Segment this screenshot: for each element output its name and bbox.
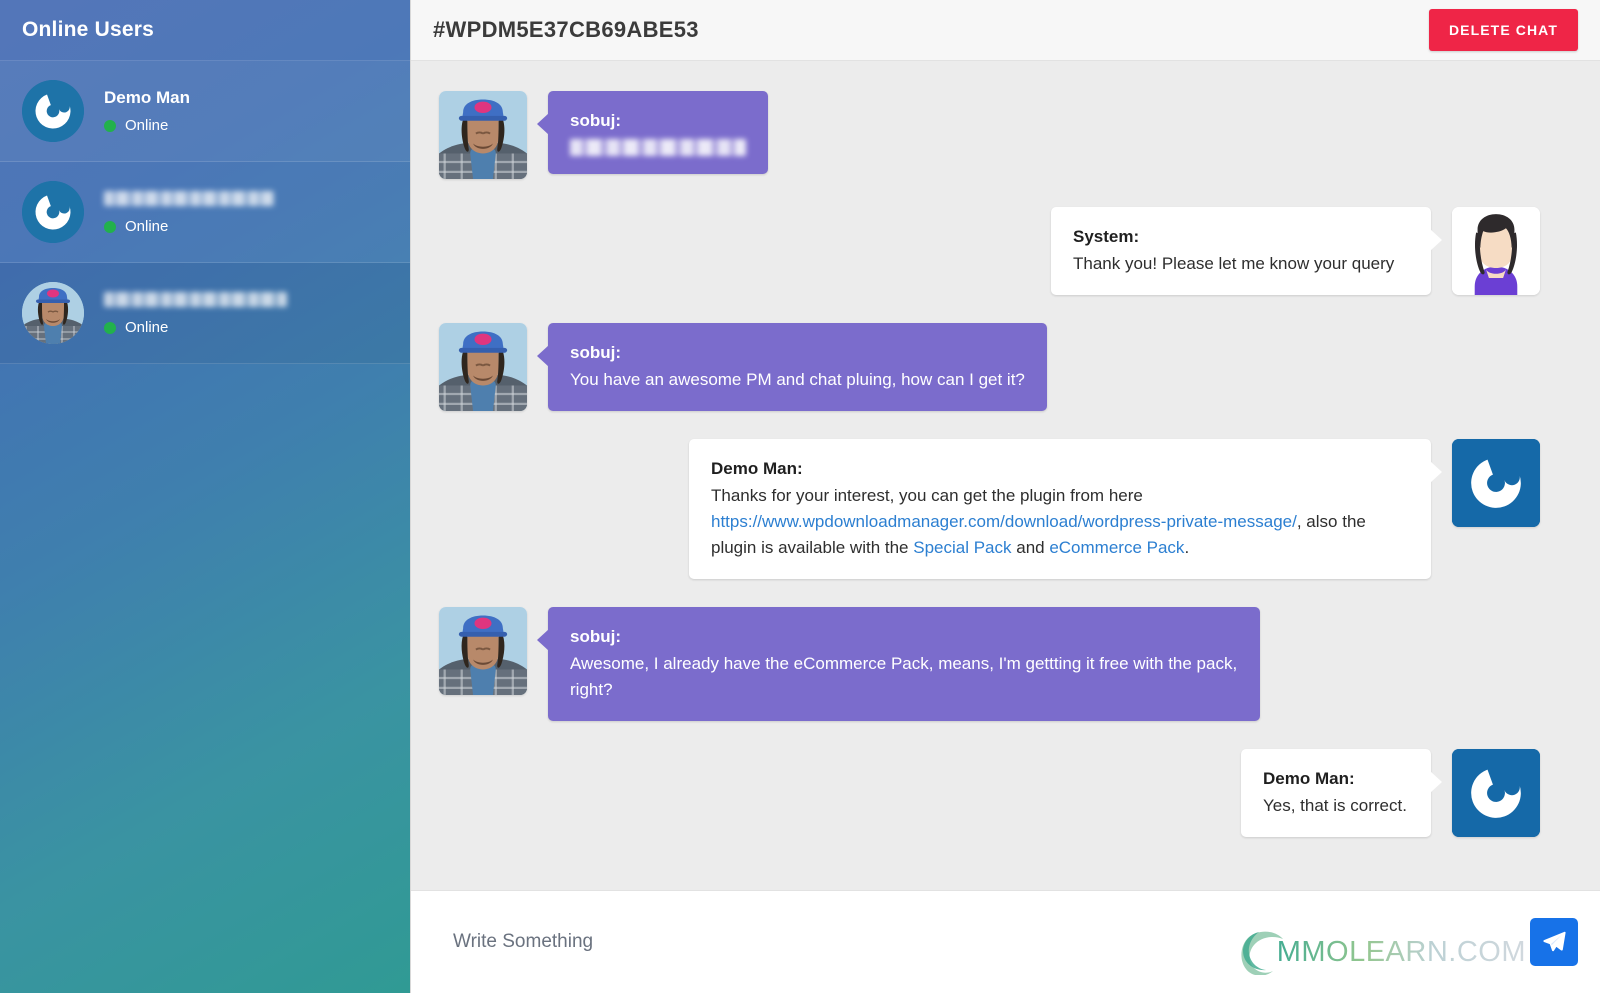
sidebar-header: Online Users bbox=[0, 0, 410, 61]
sidebar-user-item-demo-man[interactable]: Demo Man Online bbox=[0, 61, 410, 162]
message-row: Demo Man: Thanks for your interest, you … bbox=[439, 439, 1540, 579]
gravatar-logo-icon bbox=[22, 181, 84, 243]
gravatar-glyph bbox=[22, 181, 84, 243]
status-badge: Online bbox=[104, 117, 190, 134]
message-bubble: sobuj: bbox=[537, 91, 768, 174]
special-pack-link[interactable]: Special Pack bbox=[913, 538, 1011, 557]
status-badge: Online bbox=[104, 218, 274, 235]
ecommerce-pack-link[interactable]: eCommerce Pack bbox=[1049, 538, 1184, 557]
user-photo-art bbox=[439, 607, 527, 695]
message-row: System: Thank you! Please let me know yo… bbox=[439, 207, 1540, 295]
status-label: Online bbox=[125, 218, 169, 235]
message-composer: MMOLEARN.COM bbox=[411, 890, 1600, 993]
message-text: Yes, that is correct. bbox=[1263, 796, 1407, 815]
message-sender: sobuj: bbox=[570, 111, 621, 130]
status-badge: Online bbox=[104, 319, 287, 336]
sidebar-user-meta: Online bbox=[104, 290, 287, 336]
status-label: Online bbox=[125, 319, 169, 336]
user-photo-avatar bbox=[439, 323, 527, 411]
message-text: Thank you! Please let me know your query bbox=[1073, 254, 1395, 273]
message-row: sobuj: Awesome, I already have the eComm… bbox=[439, 607, 1540, 721]
message-bubble: sobuj: You have an awesome PM and chat p… bbox=[537, 323, 1047, 411]
status-label: Online bbox=[125, 117, 169, 134]
message-text-part: and bbox=[1011, 538, 1050, 557]
user-photo-avatar bbox=[439, 607, 527, 695]
user-photo-art bbox=[22, 282, 84, 344]
sidebar-user-item-2[interactable]: Online bbox=[0, 162, 410, 263]
message-text-redacted bbox=[570, 139, 746, 156]
gravatar-glyph bbox=[1452, 439, 1540, 527]
send-message-button[interactable] bbox=[1530, 918, 1578, 966]
woman-avatar-art bbox=[1452, 207, 1540, 295]
message-list[interactable]: sobuj: System: Thank you! Please let me … bbox=[411, 61, 1600, 890]
message-text: Awesome, I already have the eCommerce Pa… bbox=[570, 654, 1238, 699]
message-text-part: . bbox=[1184, 538, 1190, 557]
gravatar-logo-icon bbox=[1452, 749, 1540, 837]
user-photo-avatar bbox=[22, 282, 84, 344]
user-photo-art bbox=[439, 323, 527, 411]
chat-id-title: #WPDM5E37CB69ABE53 bbox=[433, 17, 699, 42]
message-row: Demo Man: Yes, that is correct. bbox=[439, 749, 1540, 837]
sidebar-user-meta: Online bbox=[104, 189, 274, 235]
user-photo-avatar bbox=[439, 91, 527, 179]
send-paper-plane-icon bbox=[1543, 931, 1566, 952]
message-row: sobuj: bbox=[439, 91, 1540, 179]
message-input[interactable] bbox=[453, 931, 1530, 953]
chat-application: Online Users Demo Man Online Online Onli… bbox=[0, 0, 1600, 993]
sidebar-user-name-redacted bbox=[104, 189, 274, 209]
gravatar-glyph bbox=[22, 80, 84, 142]
message-bubble: Demo Man: Yes, that is correct. bbox=[1241, 749, 1442, 837]
online-users-sidebar: Online Users Demo Man Online Online Onli… bbox=[0, 0, 411, 993]
delete-chat-button[interactable]: DELETE CHAT bbox=[1428, 9, 1578, 51]
online-user-list: Demo Man Online Online Online bbox=[0, 61, 410, 364]
message-text: You have an awesome PM and chat pluing, … bbox=[570, 370, 1025, 389]
message-text-part: Thanks for your interest, you can get th… bbox=[711, 486, 1143, 505]
plugin-download-link[interactable]: https://www.wpdownloadmanager.com/downlo… bbox=[711, 512, 1297, 531]
message-sender: Demo Man: bbox=[1263, 769, 1355, 788]
online-dot-icon bbox=[104, 220, 116, 233]
online-dot-icon bbox=[104, 321, 116, 334]
sidebar-title: Online Users bbox=[22, 18, 154, 41]
message-row: sobuj: You have an awesome PM and chat p… bbox=[439, 323, 1540, 411]
sidebar-user-name: Demo Man bbox=[104, 88, 190, 107]
sidebar-user-name-redacted bbox=[104, 290, 287, 310]
message-sender: Demo Man: bbox=[711, 459, 803, 478]
sidebar-user-meta: Demo Man Online bbox=[104, 88, 190, 134]
chat-header: #WPDM5E37CB69ABE53 DELETE CHAT bbox=[411, 0, 1600, 61]
system-woman-avatar bbox=[1452, 207, 1540, 295]
online-dot-icon bbox=[104, 119, 116, 132]
gravatar-glyph bbox=[1452, 749, 1540, 837]
message-sender: sobuj: bbox=[570, 343, 621, 362]
message-bubble: sobuj: Awesome, I already have the eComm… bbox=[537, 607, 1260, 721]
user-photo-art bbox=[439, 91, 527, 179]
message-sender: sobuj: bbox=[570, 627, 621, 646]
chat-main-panel: #WPDM5E37CB69ABE53 DELETE CHAT sobuj: Sy… bbox=[411, 0, 1600, 993]
message-bubble: Demo Man: Thanks for your interest, you … bbox=[689, 439, 1442, 579]
gravatar-logo-icon bbox=[22, 80, 84, 142]
gravatar-logo-icon bbox=[1452, 439, 1540, 527]
message-rich-text: Thanks for your interest, you can get th… bbox=[711, 486, 1366, 557]
message-bubble: System: Thank you! Please let me know yo… bbox=[1051, 207, 1442, 295]
sidebar-user-item-3[interactable]: Online bbox=[0, 263, 410, 364]
message-sender: System: bbox=[1073, 227, 1140, 246]
